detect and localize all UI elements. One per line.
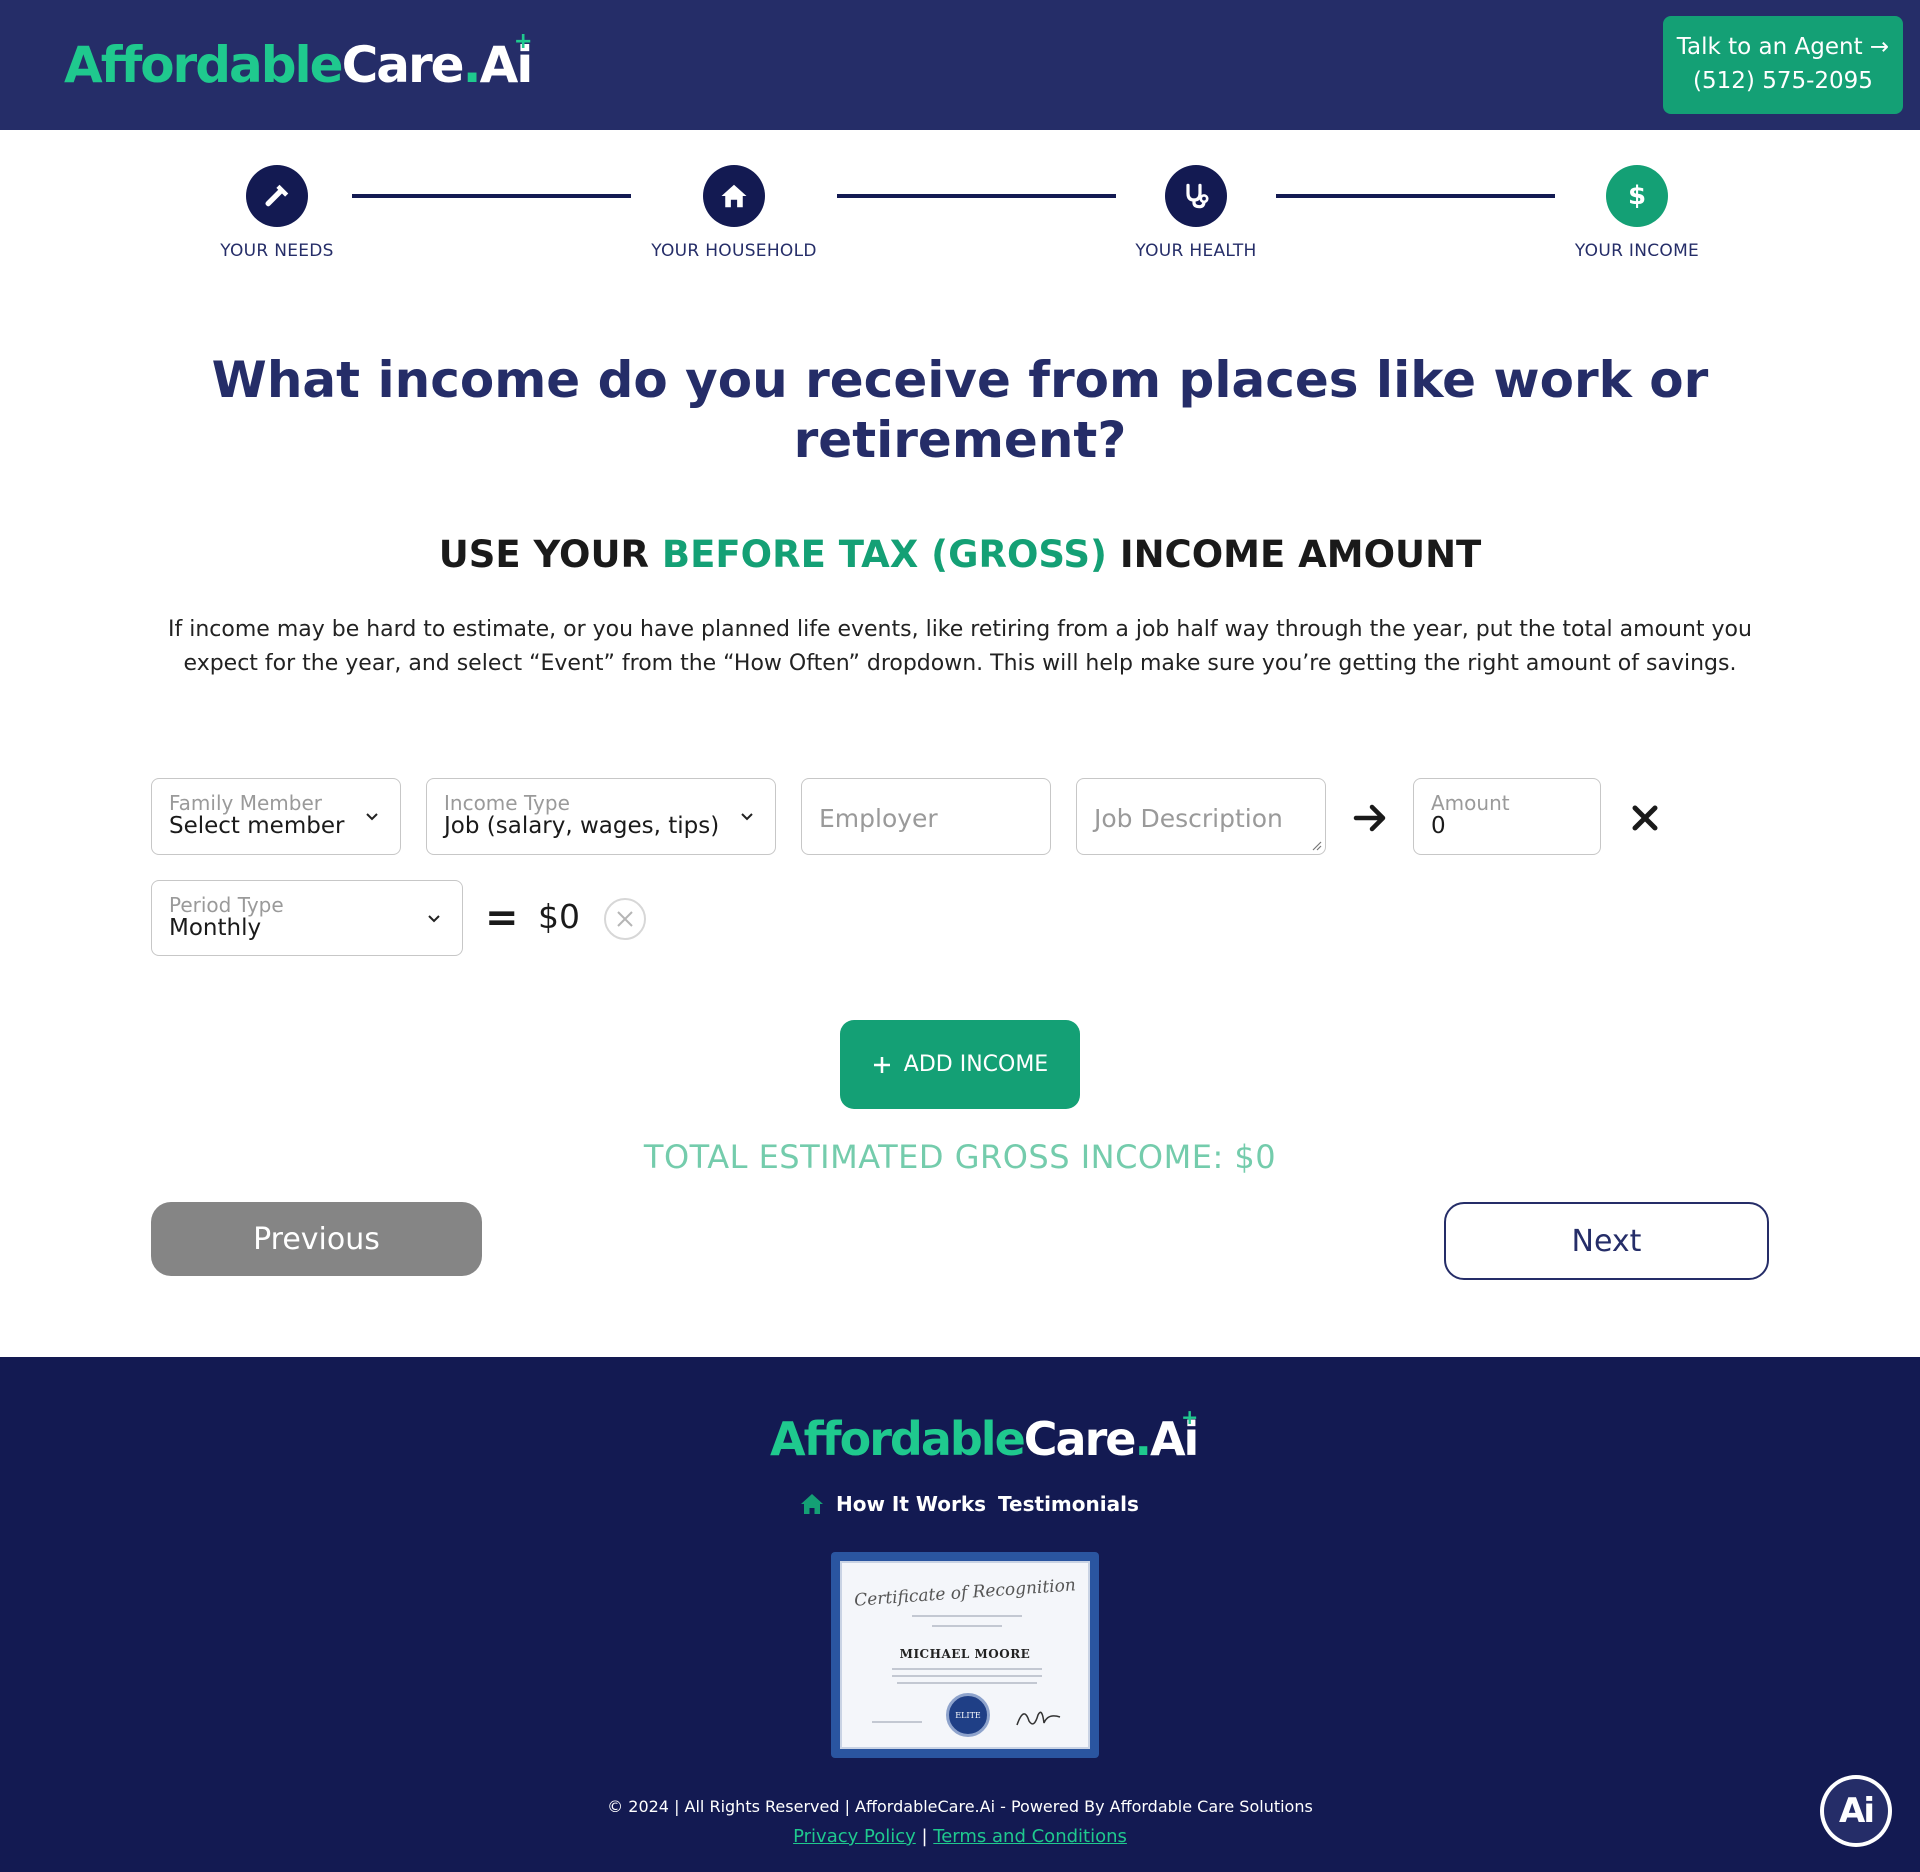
site-footer: AffordableCare.Ai + How It Works Testimon… bbox=[0, 1357, 1920, 1872]
copyright-text: © 2024 | All Rights Reserved | Affordabl… bbox=[607, 1797, 1313, 1816]
add-income-button[interactable]: ADD INCOME bbox=[840, 1020, 1080, 1109]
dollar-icon: $ bbox=[1606, 165, 1668, 227]
certificate-title: Certificate of Recognition bbox=[853, 1575, 1077, 1611]
employer-input[interactable]: Employer bbox=[801, 778, 1051, 855]
field-label: Income Type bbox=[444, 791, 570, 815]
step-your-household[interactable]: YOUR HOUSEHOLD bbox=[614, 165, 854, 261]
step-label: YOUR HEALTH bbox=[1135, 241, 1257, 261]
privacy-policy-link[interactable]: Privacy Policy bbox=[793, 1826, 916, 1847]
step-your-income[interactable]: $ YOUR INCOME bbox=[1517, 165, 1757, 261]
logo-plus-icon: + bbox=[1181, 1404, 1199, 1429]
field-value: Job (salary, wages, tips) bbox=[444, 813, 720, 839]
stethoscope-icon bbox=[1165, 165, 1227, 227]
signature-icon bbox=[1016, 1711, 1061, 1726]
step-label: YOUR NEEDS bbox=[220, 241, 334, 261]
home-icon[interactable] bbox=[800, 1493, 824, 1515]
section-subtitle: USE YOUR BEFORE TAX (GROSS) INCOME AMOUN… bbox=[438, 533, 1482, 576]
clear-button[interactable] bbox=[604, 898, 646, 940]
page-title: What income do you receive from places l… bbox=[211, 351, 1709, 469]
site-header: AffordableCare.Ai + Talk to an Agent → (5… bbox=[0, 0, 1920, 130]
field-placeholder: Job Description bbox=[1094, 804, 1283, 833]
legal-links: Privacy Policy | Terms and Conditions bbox=[793, 1826, 1127, 1847]
ai-logo-icon: Ai bbox=[1824, 1779, 1888, 1843]
footer-logo[interactable]: AffordableCare.Ai + bbox=[770, 1405, 1199, 1466]
terms-link[interactable]: Terms and Conditions bbox=[933, 1826, 1127, 1847]
footer-link-how-it-works[interactable]: How It Works bbox=[836, 1492, 986, 1516]
period-type-select[interactable]: Period Type Monthly bbox=[151, 880, 463, 956]
plus-icon bbox=[873, 1056, 890, 1073]
instructions-text: If income may be hard to estimate, or yo… bbox=[168, 617, 1752, 676]
certificate-name: MICHAEL MOORE bbox=[899, 1647, 1031, 1661]
talk-to-agent-button[interactable]: Talk to an Agent → (512) 575-2095 bbox=[1663, 16, 1903, 114]
field-value: Monthly bbox=[169, 915, 262, 941]
next-button[interactable]: Next bbox=[1444, 1202, 1769, 1280]
field-value: Select member bbox=[169, 813, 345, 839]
step-your-needs[interactable]: YOUR NEEDS bbox=[157, 165, 397, 261]
family-member-select[interactable]: Family Member Select member bbox=[151, 778, 401, 855]
step-label: YOUR HOUSEHOLD bbox=[651, 241, 817, 261]
job-description-textarea[interactable]: Job Description bbox=[1076, 778, 1326, 855]
footer-link-testimonials[interactable]: Testimonials bbox=[998, 1492, 1139, 1516]
computed-income-value: $0 bbox=[538, 897, 580, 936]
income-type-select[interactable]: Income Type Job (salary, wages, tips) bbox=[426, 778, 776, 855]
agent-phone-number: (512) 575-2095 bbox=[1693, 68, 1873, 94]
logo-text-care: Care bbox=[341, 36, 465, 94]
subtitle-highlight: BEFORE TAX (GROSS) bbox=[661, 533, 1107, 576]
elite-seal-icon: ELITE bbox=[946, 1693, 990, 1737]
chevron-down-icon bbox=[366, 813, 378, 821]
step-label: YOUR INCOME bbox=[1574, 241, 1700, 261]
certificate-image: Certificate of Recognition MICHAEL MOORE… bbox=[831, 1552, 1099, 1758]
total-gross-income: TOTAL ESTIMATED GROSS INCOME: $0 bbox=[643, 1138, 1277, 1176]
field-placeholder: Employer bbox=[819, 804, 938, 833]
field-label: Family Member bbox=[169, 791, 322, 815]
home-icon bbox=[703, 165, 765, 227]
brand-logo[interactable]: AffordableCare.Ai + bbox=[64, 28, 534, 94]
resize-handle-icon[interactable] bbox=[1310, 839, 1322, 851]
logo-dot: . bbox=[462, 36, 482, 94]
step-connector bbox=[837, 194, 1116, 198]
agent-button-label: Talk to an Agent → bbox=[1676, 34, 1890, 60]
logo-plus-icon: + bbox=[513, 28, 533, 55]
step-your-health[interactable]: YOUR HEALTH bbox=[1076, 165, 1316, 261]
add-income-label: ADD INCOME bbox=[903, 1052, 1049, 1077]
chevron-down-icon bbox=[741, 813, 753, 821]
field-label: Period Type bbox=[169, 893, 284, 917]
logo-text-affordable: Affordable bbox=[64, 36, 344, 94]
close-icon bbox=[617, 911, 633, 927]
footer-nav: How It Works Testimonials bbox=[800, 1492, 1139, 1516]
field-label: Amount bbox=[1431, 791, 1510, 815]
hammer-icon bbox=[246, 165, 308, 227]
chat-widget-button[interactable]: Ai bbox=[1820, 1775, 1892, 1847]
step-connector bbox=[1276, 194, 1555, 198]
previous-button[interactable]: Previous bbox=[151, 1202, 482, 1276]
amount-input[interactable]: Amount 0 bbox=[1413, 778, 1601, 855]
chevron-down-icon bbox=[428, 915, 440, 923]
equals-sign: = bbox=[485, 895, 519, 941]
arrow-right-icon bbox=[1353, 804, 1386, 832]
logo-ai: Ai + bbox=[479, 28, 534, 94]
remove-row-icon[interactable] bbox=[1630, 803, 1660, 833]
field-value: 0 bbox=[1431, 813, 1446, 839]
